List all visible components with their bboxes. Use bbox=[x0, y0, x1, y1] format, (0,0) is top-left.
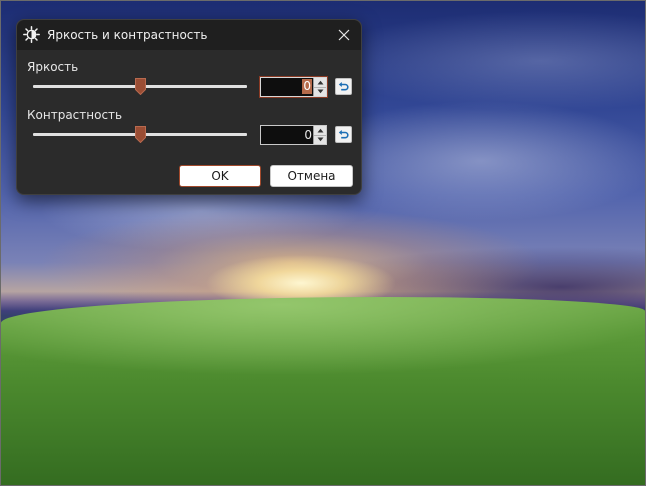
dialog-title: Яркость и контрастность bbox=[47, 28, 208, 42]
brightness-contrast-dialog: Яркость и контрастность Яркость 0 Контра… bbox=[16, 19, 362, 195]
close-button[interactable] bbox=[333, 24, 355, 46]
brightness-slider-thumb[interactable] bbox=[135, 78, 146, 95]
undo-icon bbox=[338, 82, 349, 91]
contrast-slider-thumb[interactable] bbox=[135, 126, 146, 143]
chevron-down-icon bbox=[317, 89, 323, 94]
chevron-down-icon bbox=[317, 137, 323, 142]
contrast-slider[interactable] bbox=[33, 125, 247, 145]
contrast-spin-arrows bbox=[313, 126, 326, 144]
brightness-decrement-button[interactable] bbox=[314, 87, 326, 96]
brightness-spinbox[interactable]: 0 bbox=[259, 76, 328, 98]
contrast-label: Контрастность bbox=[27, 108, 123, 122]
ok-button[interactable]: OK bbox=[179, 165, 261, 187]
undo-icon bbox=[338, 130, 349, 139]
wallpaper-hills bbox=[1, 297, 645, 485]
brightness-value[interactable]: 0 bbox=[302, 79, 312, 94]
window-frame: Яркость и контрастность Яркость 0 Контра… bbox=[0, 0, 646, 486]
contrast-value[interactable]: 0 bbox=[304, 128, 312, 142]
brightness-slider[interactable] bbox=[33, 77, 247, 97]
brightness-contrast-icon bbox=[23, 26, 40, 43]
cancel-button[interactable]: Отмена bbox=[270, 165, 353, 187]
brightness-spin-arrows bbox=[313, 78, 326, 96]
brightness-reset-button[interactable] bbox=[335, 78, 352, 95]
contrast-decrement-button[interactable] bbox=[314, 135, 326, 144]
contrast-spinbox[interactable]: 0 bbox=[260, 125, 327, 145]
brightness-label: Яркость bbox=[27, 60, 79, 74]
dialog-titlebar[interactable]: Яркость и контрастность bbox=[17, 20, 361, 50]
contrast-reset-button[interactable] bbox=[335, 126, 352, 143]
chevron-up-icon bbox=[317, 80, 323, 85]
close-icon bbox=[338, 29, 350, 41]
chevron-up-icon bbox=[317, 128, 323, 133]
